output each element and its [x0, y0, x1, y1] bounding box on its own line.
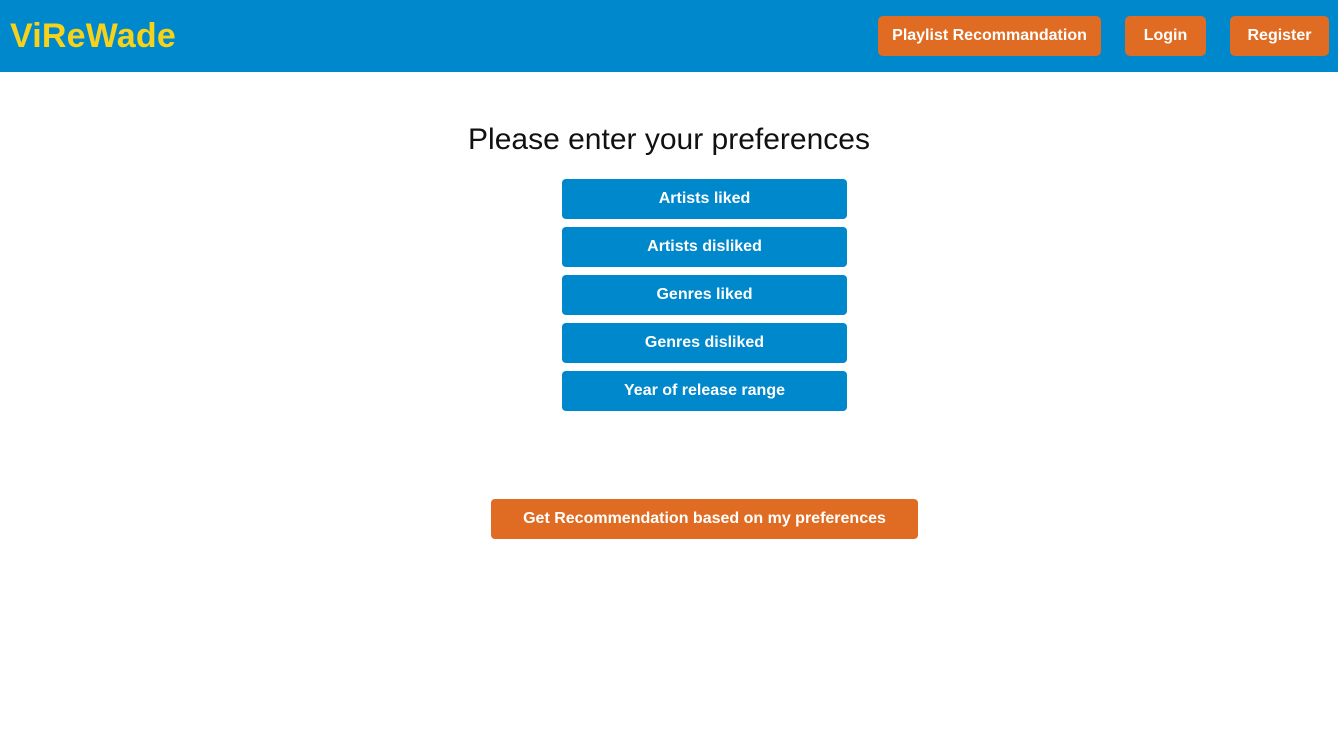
- playlist-recommendation-button[interactable]: Playlist Recommandation: [878, 16, 1101, 56]
- year-of-release-range-button[interactable]: Year of release range: [562, 371, 847, 411]
- artists-disliked-button[interactable]: Artists disliked: [562, 227, 847, 267]
- register-button[interactable]: Register: [1230, 16, 1329, 56]
- genres-liked-button[interactable]: Genres liked: [562, 275, 847, 315]
- get-recommendation-button[interactable]: Get Recommendation based on my preferenc…: [491, 499, 918, 539]
- login-button[interactable]: Login: [1125, 16, 1206, 56]
- genres-disliked-button[interactable]: Genres disliked: [562, 323, 847, 363]
- brand-logo[interactable]: ViReWade: [10, 14, 176, 58]
- artists-liked-button[interactable]: Artists liked: [562, 179, 847, 219]
- page-title: Please enter your preferences: [468, 123, 870, 156]
- navbar: ViReWade Playlist Recommandation Login R…: [0, 0, 1338, 72]
